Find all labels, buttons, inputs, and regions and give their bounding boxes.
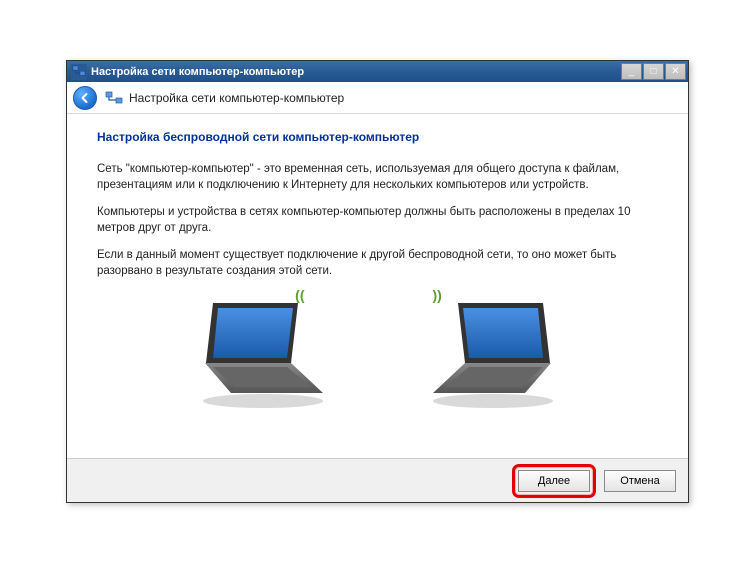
wizard-footer: Далее Отмена xyxy=(67,458,688,502)
cancel-button[interactable]: Отмена xyxy=(604,470,676,492)
minimize-button[interactable]: _ xyxy=(621,63,642,80)
back-button[interactable] xyxy=(73,86,97,110)
next-button[interactable]: Далее xyxy=(518,470,590,492)
laptop-left: (( xyxy=(183,293,343,413)
paragraph-1: Сеть "компьютер-компьютер" - это временн… xyxy=(97,162,658,193)
paragraph-3: Если в данный момент существует подключе… xyxy=(97,248,658,279)
network-icon xyxy=(105,89,123,107)
wifi-signal-icon: )) xyxy=(433,287,442,303)
wifi-signal-icon: (( xyxy=(295,287,304,303)
paragraph-2: Компьютеры и устройства в сетях компьюте… xyxy=(97,205,658,236)
content-area: Настройка беспроводной сети компьютер-ко… xyxy=(67,114,688,413)
wizard-title: Настройка сети компьютер-компьютер xyxy=(129,91,344,105)
maximize-button[interactable]: □ xyxy=(643,63,664,80)
window-title: Настройка сети компьютер-компьютер xyxy=(91,66,620,78)
laptop-right: )) xyxy=(413,293,573,413)
app-icon xyxy=(71,64,87,80)
wizard-header: Настройка сети компьютер-компьютер xyxy=(67,82,688,114)
wizard-window: Настройка сети компьютер-компьютер _ □ ✕… xyxy=(66,60,689,503)
illustration: (( xyxy=(97,293,658,413)
back-arrow-icon xyxy=(79,92,91,104)
content-heading: Настройка беспроводной сети компьютер-ко… xyxy=(97,130,658,144)
close-button[interactable]: ✕ xyxy=(665,63,686,80)
titlebar: Настройка сети компьютер-компьютер _ □ ✕ xyxy=(67,61,688,82)
next-button-highlight: Далее xyxy=(512,464,596,498)
window-controls: _ □ ✕ xyxy=(620,63,686,80)
